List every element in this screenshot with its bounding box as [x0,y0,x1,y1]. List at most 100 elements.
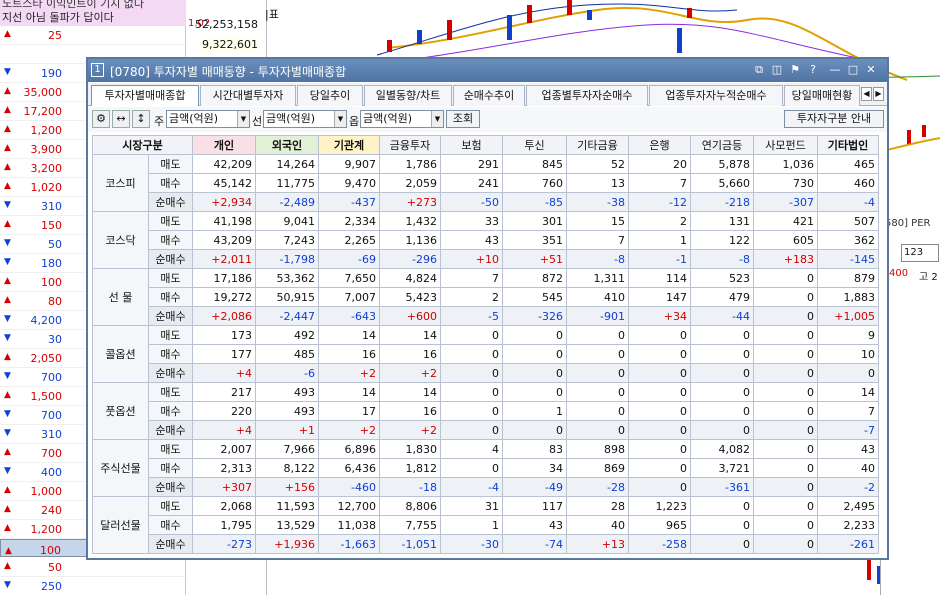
table-row[interactable]: 순매수 -273 +1,936 -1,663 -1,051 -30 -74 +13 -258 0 0… [93,534,879,554]
query-button[interactable]: 조회 [446,110,480,128]
value-cell: 0 [817,363,879,383]
help-icon[interactable]: ? [806,62,820,78]
table-row[interactable]: 순매수 +4 -6 +2 +2 0 0 0 0 0 0 0 [93,363,879,383]
value-cell: 0 [753,382,818,402]
column-header[interactable]: 투신 [502,135,567,155]
value-cell: 2,233 [817,515,879,535]
column-header[interactable]: 연기금등 [690,135,754,155]
settings-icon[interactable]: ⚙ [92,110,110,128]
link-icon[interactable]: ⧉ [752,62,766,78]
tab-net-buy-trend[interactable]: 순매수추이 [453,85,525,106]
column-header[interactable]: 보험 [440,135,503,155]
horizontal-expand-icon[interactable]: ↔ [112,110,130,128]
table-row[interactable]: 코스피 매도 42,209 14,264 9,907 1,786 291 845 52 20 5,8… [92,154,879,212]
stock-unit-select[interactable]: 금액(억원) ▼ [166,110,250,128]
side-panel-input[interactable]: 123 [901,244,939,262]
futures-label: 선 [252,115,263,128]
value-cell: 147 [628,287,691,307]
value-cell: +156 [255,477,319,497]
value-cell: -218 [690,192,754,212]
table-row[interactable]: 주식선물 매도 2,007 7,966 6,896 1,830 4 83 898 0 4,082 0 4… [92,439,879,497]
value-cell: 965 [628,515,691,535]
market-type-header[interactable]: 시장구분 [92,135,193,155]
table-row[interactable]: 콜옵션 매도 173 492 14 14 0 0 0 0 0 0 9 [92,325,879,383]
value-cell: +2,934 [192,192,256,212]
tab-sector-cumulative[interactable]: 업종투자자누적순매수 [649,85,783,106]
value-cell: 0 [440,363,503,383]
table-row[interactable]: 달러선물 매도 2,068 11,593 12,700 8,806 31 117 28 1,223… [92,496,879,554]
tab-prev-icon[interactable]: ◀ [861,87,872,101]
table-row[interactable]: 코스닥 매도 41,198 9,041 2,334 1,432 33 301 15 2 131 421… [92,211,879,269]
tab-sector-net-buy[interactable]: 업종별투자자순매수 [526,85,648,106]
table-row[interactable]: 매수 45,142 11,775 9,470 2,059 241 760 13 7 5,660 73… [93,173,879,193]
column-header[interactable]: 기타금융 [566,135,629,155]
table-row[interactable]: 순매수 +2,086 -2,447 -643 +600 -5 -326 -901 +34 -44 0… [93,306,879,326]
column-header[interactable]: 외국인 [255,135,319,155]
trade-type-label: 매수 [148,458,193,478]
table-row[interactable]: 매수 19,272 50,915 7,007 5,423 2 545 410 147 479 0 1,… [93,287,879,307]
table-row[interactable]: 풋옵션 매도 217 493 14 14 0 0 0 0 0 0 14 [92,382,879,440]
value-cell: 43,209 [192,230,256,250]
chevron-down-icon[interactable]: ▼ [237,111,249,127]
investor-guide-button[interactable]: 투자자구분 안내 [784,110,884,128]
up-arrow-icon: ▲ [4,485,11,495]
ticker-change: 180 [41,257,62,270]
chevron-down-icon[interactable]: ▼ [334,111,346,127]
value-cell: 1,830 [379,439,441,459]
investor-table: 시장구분 개인 외국인 기관계 금융투자 보험 투신 기타금융 은행 연기금등 사모펀드 기타법인 코… [92,135,879,554]
title-bar[interactable]: 1 [0780] 투자자별 매매동향 - 투자자별매매종합 ⧉ ◫ ⚑ ? — … [88,59,887,82]
value-cell: 0 [753,420,818,440]
investor-trading-window: 1 [0780] 투자자별 매매동향 - 투자자별매매종합 ⧉ ◫ ⚑ ? — … [86,57,889,560]
table-row[interactable]: 매수 43,209 7,243 2,265 1,136 43 351 7 1 122 605 362 [93,230,879,250]
close-icon[interactable]: ✕ [864,62,878,78]
tab-today-trading[interactable]: 당일매매현황 [784,85,860,106]
vertical-expand-icon[interactable]: ↕ [132,110,150,128]
column-header[interactable]: 기관계 [318,135,380,155]
value-cell: 217 [192,382,256,402]
tab-investor-summary[interactable]: 투자자별매매종합 [91,85,199,106]
tab-next-icon[interactable]: ▶ [873,87,884,101]
column-header[interactable]: 사모펀드 [753,135,818,155]
tab-daily-chart[interactable]: 일별동향/차트 [364,85,452,106]
column-header[interactable]: 은행 [628,135,691,155]
table-row[interactable]: 선 물 매도 17,186 53,362 7,650 4,824 7 872 1,311 114 5… [92,268,879,326]
ticker-row[interactable]: ▲ 50 [0,558,186,577]
up-arrow-icon: ▲ [4,124,11,134]
futures-unit-value: 금액(억원) [266,112,316,125]
tab-daily-trend[interactable]: 당일추이 [297,85,363,106]
option-unit-select[interactable]: 금액(억원) ▼ [360,110,444,128]
pin-icon[interactable]: ⚑ [788,62,802,78]
value-cell: 7,650 [318,268,380,288]
stock-label: 주 [154,115,165,128]
column-header[interactable]: 개인 [192,135,256,155]
maximize-icon[interactable]: □ [846,62,860,78]
table-row[interactable]: 순매수 +4 +1 +2 +2 0 0 0 0 0 0 -7 [93,420,879,440]
minimize-icon[interactable]: — [828,62,842,78]
ticker-row[interactable]: ▼ 250 [0,577,186,595]
futures-unit-select[interactable]: 금액(억원) ▼ [263,110,347,128]
column-header[interactable]: 기타법인 [817,135,879,155]
value-cell: 14 [318,325,380,345]
table-row[interactable]: 순매수 +2,934 -2,489 -437 +273 -50 -85 -38 -12 -218-… [93,192,879,212]
value-cell: 41,198 [192,211,256,231]
column-header[interactable]: 금융투자 [379,135,441,155]
value-cell: 10 [817,344,879,364]
value-cell: -2 [817,477,879,497]
table-row[interactable]: 순매수 +307 +156 -460 -18 -4 -49 -28 0 -361 0 -2 [93,477,879,497]
table-row[interactable]: 매수 1,795 13,529 11,038 7,755 1 43 40 965 0 0 2,233 [93,515,879,535]
chevron-down-icon[interactable]: ▼ [431,111,443,127]
table-row[interactable]: 순매수 +2,011 -1,798 -69 -296 +10 +51 -8 -1 -8 +183 -1… [93,249,879,269]
value-cell: 0 [690,515,754,535]
value-cell: 241 [440,173,503,193]
trade-type-label: 매수 [148,230,193,250]
table-row[interactable]: 매수 220 493 17 16 0 1 0 0 0 0 7 [93,401,879,421]
resize-icon[interactable]: ◫ [770,62,784,78]
value-cell: 0 [440,420,503,440]
window-number[interactable]: 1 [91,63,104,77]
table-row[interactable]: 매수 177 485 16 16 0 0 0 0 0 0 10 [93,344,879,364]
value-cell: 0 [753,477,818,497]
table-row[interactable]: 매수 2,313 8,122 6,436 1,812 0 34 869 0 3,721 0 40 [93,458,879,478]
value-cell: 0 [502,325,567,345]
ticker-row[interactable]: ▲ 25 [0,26,186,45]
tab-time-investor[interactable]: 시간대별투자자 [200,85,296,106]
